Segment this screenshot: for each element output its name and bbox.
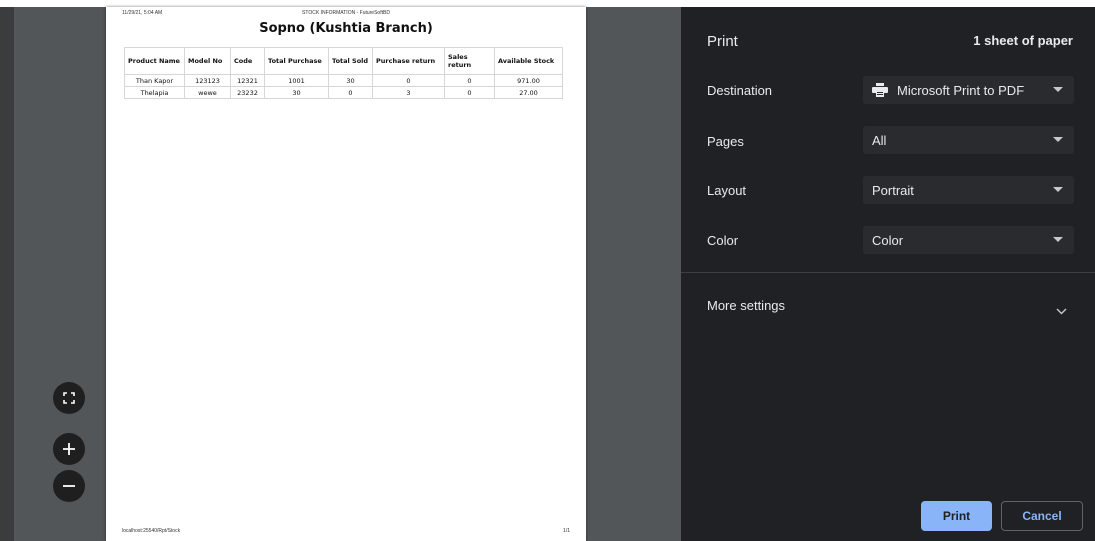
- table-cell: wewe: [184, 86, 231, 99]
- page-footer-url: localhost:25540/Rpt/Stock: [122, 528, 181, 534]
- page-title: Sopno (Kushtia Branch): [259, 21, 433, 36]
- table-cell: 123123: [184, 74, 231, 87]
- destination-select[interactable]: Microsoft Print to PDF: [863, 76, 1074, 104]
- table-cell: Than Kapor: [124, 74, 185, 87]
- chevron-down-icon: [1053, 137, 1063, 142]
- chevron-down-icon: [1053, 237, 1063, 242]
- print-preview-area: 11/29/21, 5:04 AM STOCK INFORMATION - Fu…: [0, 7, 681, 541]
- color-label: Color: [707, 233, 739, 248]
- pages-select[interactable]: All: [863, 126, 1074, 154]
- table-cell: 23232: [230, 86, 265, 99]
- pages-value: All: [872, 132, 887, 148]
- page-footer-page-number: 1/1: [563, 528, 570, 534]
- table-cell: 3: [372, 86, 445, 99]
- preview-page: 11/29/21, 5:04 AM STOCK INFORMATION - Fu…: [106, 7, 586, 541]
- chevron-down-icon: [1053, 87, 1063, 92]
- col-total-sold: Total Sold: [328, 47, 373, 75]
- col-total-purchase: Total Purchase: [264, 47, 329, 75]
- col-code: Code: [230, 47, 265, 75]
- fit-to-page-icon: [63, 392, 75, 404]
- destination-value: Microsoft Print to PDF: [897, 82, 1025, 98]
- top-strip: [0, 0, 1095, 7]
- table-cell: 0: [444, 86, 495, 99]
- col-model-no: Model No: [184, 47, 231, 75]
- chevron-down-icon: [1053, 187, 1063, 192]
- table-row: Than Kapor 123123 12321 1001 30 0 0 971.…: [124, 74, 563, 87]
- table-cell: Thelapia: [124, 86, 185, 99]
- table-cell: 12321: [230, 74, 265, 87]
- sheet-count: 1 sheet of paper: [973, 33, 1073, 48]
- table-header-row: Product Name Model No Code Total Purchas…: [124, 47, 563, 75]
- page-header: STOCK INFORMATION - FutureSoftBD: [302, 10, 390, 16]
- fit-to-page-button[interactable]: [53, 382, 85, 414]
- cancel-button[interactable]: Cancel: [1001, 501, 1083, 531]
- zoom-out-button[interactable]: [53, 470, 85, 502]
- expand-chevron-icon[interactable]: [1056, 302, 1067, 320]
- col-available-stock: Available Stock: [494, 47, 563, 75]
- col-sales-return: Sales return: [444, 47, 495, 75]
- table-cell: 0: [444, 74, 495, 87]
- table-cell: 27.00: [494, 86, 563, 99]
- table-cell: 1001: [264, 74, 329, 87]
- preview-left-edge: [0, 7, 14, 541]
- zoom-in-icon: [62, 442, 76, 456]
- zoom-out-icon: [62, 479, 76, 493]
- settings-divider: [681, 272, 1095, 273]
- table-row: Thelapia wewe 23232 30 0 3 0 27.00: [124, 86, 563, 99]
- color-select[interactable]: Color: [863, 226, 1074, 254]
- pages-label: Pages: [707, 134, 744, 149]
- table-cell: 0: [372, 74, 445, 87]
- more-settings-toggle[interactable]: More settings: [707, 298, 785, 313]
- col-product-name: Product Name: [124, 47, 185, 75]
- color-value: Color: [872, 232, 904, 248]
- destination-label: Destination: [707, 83, 773, 98]
- stock-table: Product Name Model No Code Total Purchas…: [124, 47, 563, 99]
- printer-icon: [872, 83, 888, 97]
- print-button[interactable]: Print: [921, 501, 992, 531]
- panel-title: Print: [707, 33, 738, 50]
- table-cell: 30: [264, 86, 329, 99]
- table-cell: 0: [328, 86, 373, 99]
- print-settings-panel: Print 1 sheet of paper Destination Micro…: [681, 7, 1095, 541]
- layout-label: Layout: [707, 183, 747, 198]
- table-cell: 30: [328, 74, 373, 87]
- layout-select[interactable]: Portrait: [863, 176, 1074, 204]
- zoom-in-button[interactable]: [53, 433, 85, 465]
- layout-value: Portrait: [872, 182, 914, 198]
- table-cell: 971.00: [494, 74, 563, 87]
- col-purchase-return: Purchase return: [372, 47, 445, 75]
